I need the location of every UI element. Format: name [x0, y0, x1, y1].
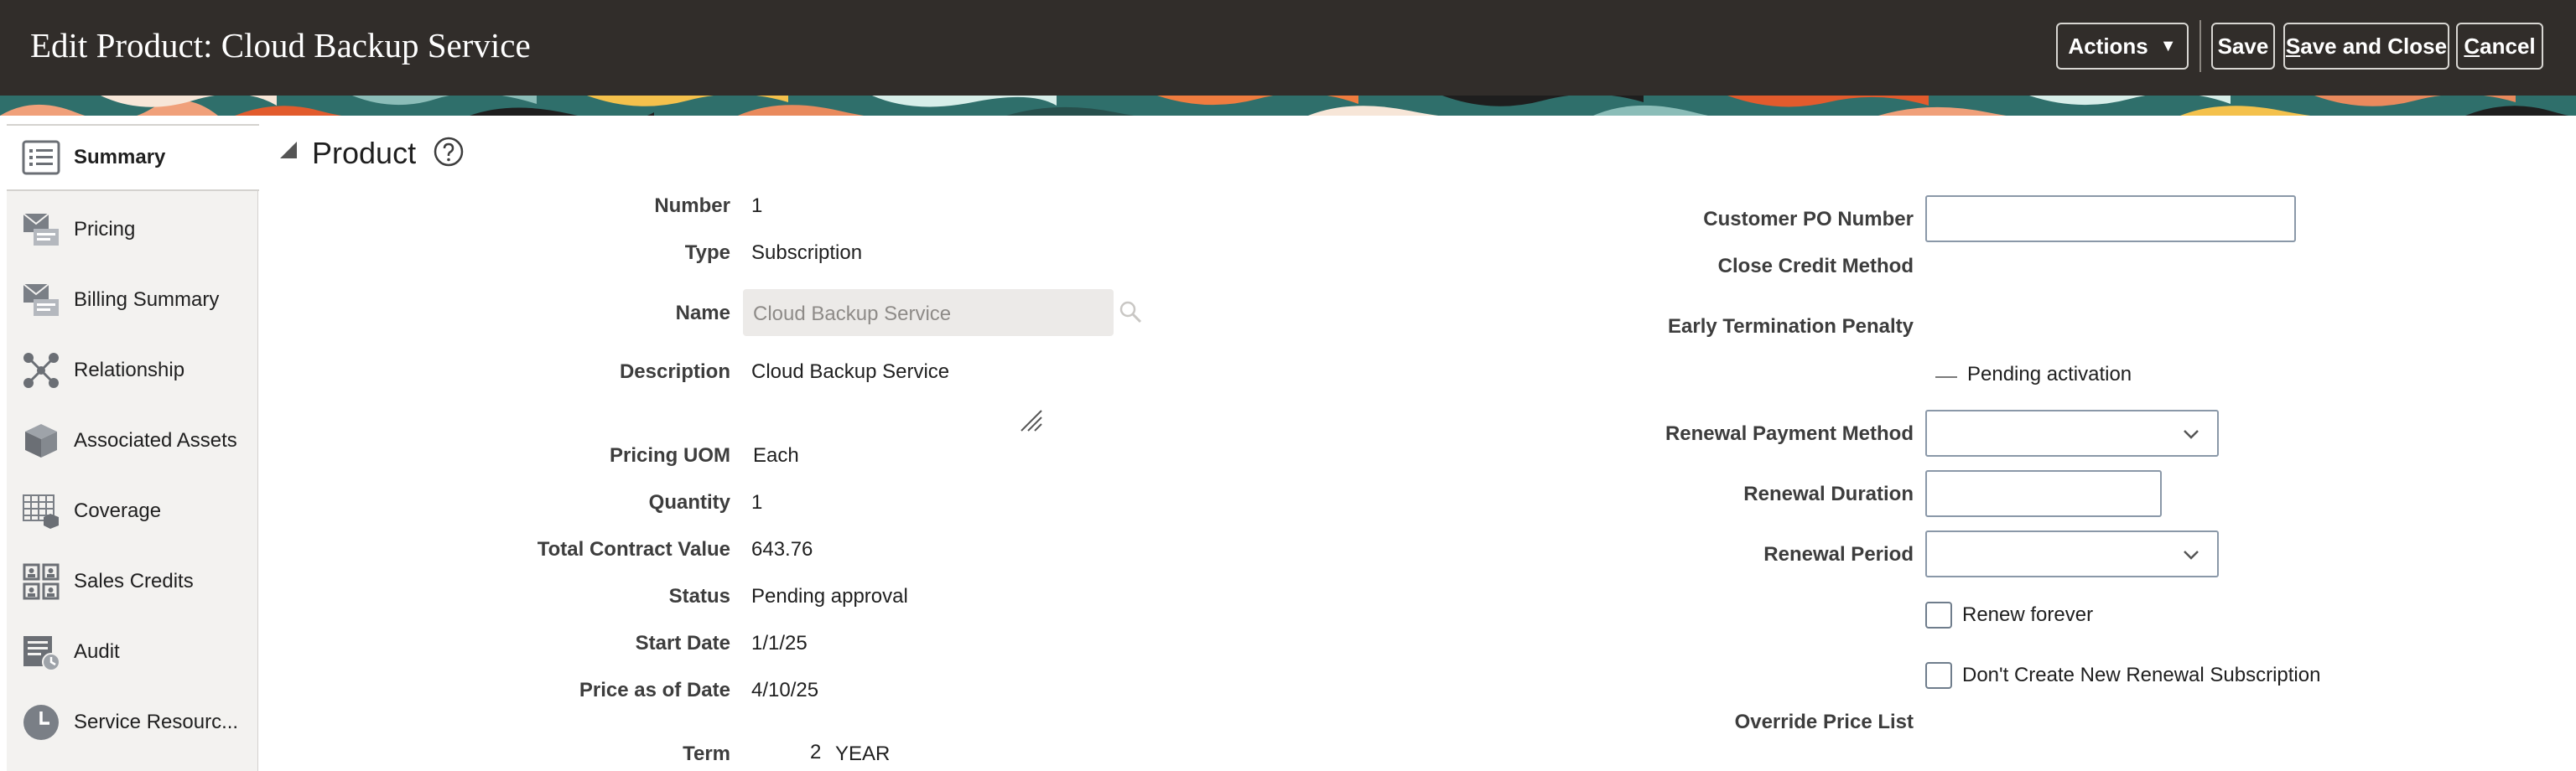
sidebar-item-label: Relationship [74, 359, 185, 381]
term-label: Term [683, 743, 730, 765]
clock-icon [20, 701, 62, 743]
pending-activation-text: Pending activation [1967, 363, 2132, 386]
renewal-period-label: Renewal Period [1763, 543, 1914, 566]
sidebar-item-associated-assets[interactable]: Associated Assets [7, 407, 258, 474]
sidebar-item-sales-credits[interactable]: Sales Credits [7, 548, 258, 615]
sidebar-item-summary[interactable]: Summary [7, 124, 259, 191]
sidebar-item-label: Coverage [74, 499, 162, 522]
caret-down-icon: ▼ [2159, 36, 2177, 55]
actions-label: Actions [2068, 33, 2148, 59]
term-unit: YEAR [835, 743, 891, 765]
renewal-period-select[interactable] [1925, 530, 2219, 577]
description-value: Cloud Backup Service [751, 360, 950, 383]
search-icon[interactable] [1119, 300, 1142, 328]
pricing-uom-value: Each [753, 444, 799, 467]
section-header: Product [280, 132, 465, 174]
dont-create-renewal-checkbox[interactable] [1925, 662, 1952, 689]
users-grid-icon [20, 561, 62, 603]
renew-forever-label: Renew forever [1962, 603, 2094, 626]
decorative-banner [0, 96, 2576, 116]
audit-icon [20, 631, 62, 673]
start-date-label: Start Date [635, 632, 730, 655]
save-button[interactable]: Save [2211, 23, 2275, 70]
sidebar-item-label: Sales Credits [74, 570, 194, 592]
renewal-duration-input[interactable] [1925, 470, 2162, 517]
renewal-payment-method-select[interactable] [1925, 410, 2219, 457]
cube-icon [20, 420, 62, 462]
sidebar: Summary Pricing Billing Summary Relation… [7, 124, 259, 771]
list-icon [20, 137, 62, 179]
sidebar-item-pricing[interactable]: Pricing [7, 196, 258, 263]
renew-forever-checkbox[interactable] [1925, 602, 1952, 629]
page-title: Edit Product: Cloud Backup Service [30, 26, 531, 65]
type-label: Type [684, 241, 730, 264]
customer-po-label: Customer PO Number [1703, 208, 1914, 230]
resize-handle-icon[interactable] [1020, 409, 1043, 437]
type-value: Subscription [751, 241, 863, 264]
actions-menu-button[interactable]: Actions ▼ [2056, 23, 2189, 70]
close-credit-method-label: Close Credit Method [1717, 255, 1914, 277]
dont-create-renewal-label: Don't Create New Renewal Subscription [1962, 664, 2321, 686]
chevron-down-icon [2180, 544, 2202, 570]
total-contract-value-label: Total Contract Value [537, 538, 730, 561]
sidebar-item-label: Summary [74, 146, 166, 168]
app-window: Edit Product: Cloud Backup Service Actio… [0, 0, 2576, 771]
sidebar-item-billing-summary[interactable]: Billing Summary [7, 266, 258, 334]
sidebar-item-relationship[interactable]: Relationship [7, 337, 258, 404]
status-label: Status [668, 585, 730, 608]
price-as-of-date-value: 4/10/25 [751, 679, 819, 701]
price-as-of-date-label: Price as of Date [579, 679, 730, 701]
billing-icon [20, 279, 62, 321]
header-divider [2199, 20, 2201, 72]
description-label: Description [619, 360, 730, 383]
help-icon[interactable] [433, 136, 465, 172]
sidebar-item-audit[interactable]: Audit [7, 618, 258, 686]
name-field: Cloud Backup Service [743, 289, 1114, 336]
status-value: Pending approval [751, 585, 908, 608]
chevron-down-icon [2180, 423, 2202, 449]
save-and-close-button[interactable]: Save and Close [2283, 23, 2449, 70]
sidebar-item-service-resources[interactable]: Service Resourc... [7, 689, 258, 756]
grid-icon [20, 490, 62, 532]
sidebar-item-label: Associated Assets [74, 429, 237, 452]
section-title: Product [312, 136, 417, 170]
name-label: Name [675, 302, 730, 324]
dash-marker [1935, 376, 1957, 378]
renewal-duration-label: Renewal Duration [1743, 483, 1914, 505]
override-price-list-label: Override Price List [1734, 711, 1914, 733]
pricing-icon [20, 209, 62, 251]
term-value: 2 [810, 741, 822, 763]
quantity-value: 1 [751, 491, 763, 514]
pricing-uom-label: Pricing UOM [609, 444, 730, 467]
banner-pattern [0, 96, 2576, 116]
network-icon [20, 349, 62, 391]
page-header: Edit Product: Cloud Backup Service Actio… [0, 0, 2576, 96]
quantity-label: Quantity [648, 491, 730, 514]
number-label: Number [654, 194, 730, 217]
sidebar-item-label: Billing Summary [74, 288, 220, 311]
collapse-triangle-icon[interactable] [280, 142, 297, 158]
sidebar-item-label: Audit [74, 640, 120, 663]
customer-po-input[interactable] [1925, 195, 2296, 242]
total-contract-value: 643.76 [751, 538, 813, 561]
cancel-button[interactable]: Cancel [2456, 23, 2543, 70]
early-termination-penalty-label: Early Termination Penalty [1668, 315, 1914, 338]
number-value: 1 [751, 194, 763, 217]
renewal-payment-method-label: Renewal Payment Method [1665, 422, 1914, 445]
start-date-value: 1/1/25 [751, 632, 808, 655]
sidebar-item-label: Service Resourc... [74, 711, 239, 733]
sidebar-item-coverage[interactable]: Coverage [7, 478, 258, 545]
sidebar-item-label: Pricing [74, 218, 136, 241]
